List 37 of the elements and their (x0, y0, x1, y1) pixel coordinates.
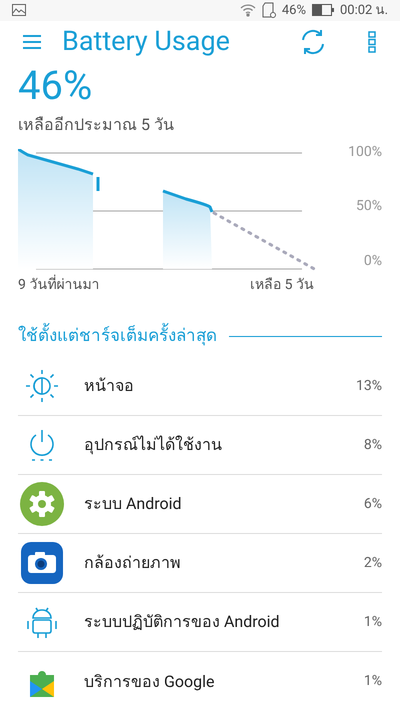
axis-label: 100% (348, 142, 382, 162)
usage-percent: 2% (364, 554, 382, 572)
usage-name: อุปกรณ์ไม่ได้ใช้งาน (84, 434, 223, 456)
axis-label: 50% (356, 197, 382, 216)
camera-icon (20, 541, 64, 585)
axis-label: เหลือ 5 วัน (250, 276, 314, 294)
brightness-icon (25, 369, 59, 403)
usage-percent: 13% (356, 376, 382, 396)
usage-percent: 1% (364, 672, 382, 691)
clock: 00:02 น. (340, 2, 388, 20)
toolbar-title: Battery Usage (62, 24, 231, 60)
battery-percent: 46% (282, 2, 306, 20)
axis-label: 9 วันที่ผ่านมา (18, 274, 100, 294)
usage-row[interactable]: บริการของ Google 1% (18, 652, 382, 711)
usage-percent: 6% (364, 494, 382, 514)
power-icon (27, 428, 57, 462)
usage-row[interactable]: อุปกรณ์ไม่ได้ใช้งาน 8% (18, 416, 382, 475)
section-title: ใช้ตั้งแต่ชาร์จเต็มครั้งล่าสุด (18, 324, 217, 349)
usage-name: กล้องถ่ายภาพ (84, 552, 182, 574)
wifi-icon (240, 3, 256, 18)
usage-name: ระบบปฏิบัติการของ Android (84, 611, 281, 633)
usage-name: บริการของ Google (84, 670, 216, 692)
usage-percent: 8% (364, 436, 382, 454)
usage-row[interactable]: ระบบ Android 6% (18, 475, 382, 534)
image-icon (12, 4, 26, 16)
battery-level: 46% (18, 62, 94, 108)
gear-icon (20, 482, 64, 526)
remaining-time: เหลืออีกประมาณ 5 วัน (18, 114, 175, 136)
axis-label: 0% (364, 252, 382, 270)
usage-row[interactable]: กล้องถ่ายภาพ 2% (18, 534, 382, 593)
usage-name: ระบบ Android (84, 493, 183, 515)
usage-name: หน้าจอ (84, 375, 135, 397)
battery-icon (312, 4, 334, 16)
usage-row[interactable]: หน้าจอ 13% (18, 357, 382, 416)
usage-row[interactable]: ระบบปฏิบัติการของ Android 1% (18, 593, 382, 652)
usage-percent: 1% (364, 612, 382, 632)
android-icon (26, 605, 58, 639)
